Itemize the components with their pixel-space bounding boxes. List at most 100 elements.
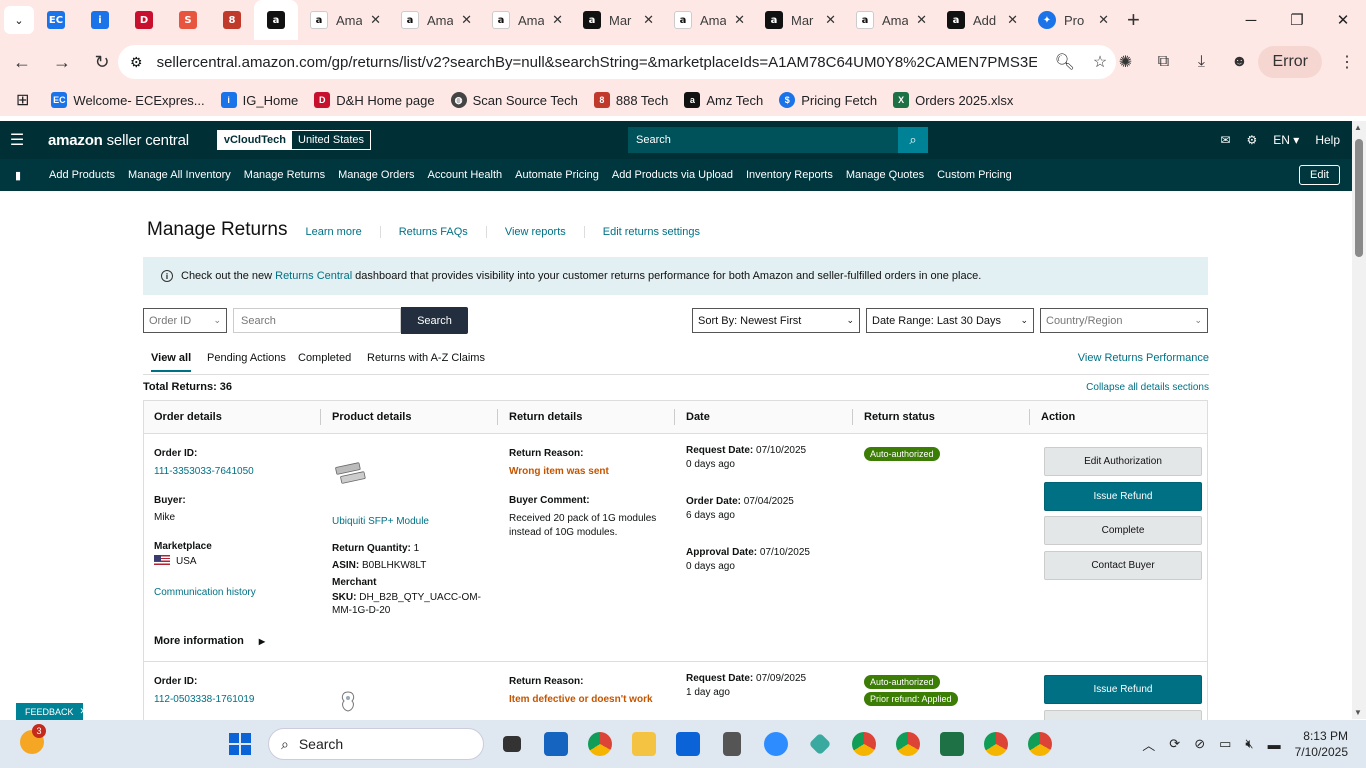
file-explorer-icon[interactable] [622, 720, 666, 768]
sync-icon[interactable]: ⟳ [1169, 736, 1180, 752]
order-id-link[interactable]: 111-3353033-7641050 [154, 466, 254, 477]
browser-tab[interactable]: a Mar ✕ [571, 0, 662, 40]
volume-muted-icon[interactable]: 🔇︎ [1245, 736, 1253, 752]
error-button[interactable]: Error [1258, 46, 1322, 78]
chevron-up-icon[interactable]: ︿ [1142, 735, 1155, 754]
extension-icon[interactable]: ✺ [1106, 52, 1144, 72]
close-tab-icon[interactable]: ✕ [825, 12, 836, 28]
page-scrollbar[interactable]: ▲ ▼ [1352, 121, 1366, 719]
url-bar[interactable]: ⚙ sellercentral.amazon.com/gp/returns/li… [118, 45, 1116, 79]
browser-tab[interactable]: a Ama ✕ [480, 0, 571, 40]
reload-icon[interactable]: ↻ [84, 44, 120, 80]
communication-history-link[interactable]: Communication history [154, 587, 256, 598]
close-tab-icon[interactable]: ✕ [370, 12, 381, 28]
forward-icon[interactable]: → [44, 44, 80, 80]
browser-tab[interactable]: a Ama ✕ [662, 0, 753, 40]
close-tab-icon[interactable]: ✕ [643, 12, 654, 28]
download-icon[interactable]: ⤓ [1182, 53, 1220, 71]
chrome-profile-icon[interactable] [842, 720, 886, 768]
pinned-tab-ecexpress[interactable]: EC [34, 0, 78, 40]
bookmark-item[interactable]: i IG_Home [220, 92, 298, 108]
battery-icon[interactable]: ▬ [1268, 737, 1281, 752]
complete-button[interactable]: Complete [1044, 516, 1202, 545]
order-id-link[interactable]: 112-0503338-1761019 [154, 694, 254, 705]
task-view-icon[interactable] [490, 720, 534, 768]
account-switcher[interactable]: vCloudTech United States [216, 130, 372, 150]
store-icon[interactable] [534, 720, 578, 768]
returns-central-link[interactable]: Returns Central [275, 270, 352, 282]
collapse-all-link[interactable]: Collapse all details sections [1086, 382, 1209, 393]
header-search-input[interactable] [628, 127, 898, 153]
feedback-tab[interactable]: FEEDBACK ✕ [16, 703, 87, 720]
zoom-search-icon[interactable]: 🔍︎ [1055, 52, 1075, 72]
view-returns-performance-link[interactable]: View Returns Performance [1078, 352, 1209, 364]
zoom-icon[interactable] [754, 720, 798, 768]
back-icon[interactable]: ← [4, 44, 40, 80]
contact-buyer-button[interactable]: Contact Buyer [1044, 551, 1202, 580]
pinned-tab-dh[interactable]: D [122, 0, 166, 40]
pinned-tab-amazon-active[interactable]: a [254, 0, 298, 40]
close-icon[interactable]: ✕ [80, 706, 88, 717]
nav-automate-pricing[interactable]: Automate Pricing [515, 169, 599, 181]
bookmark-item[interactable]: D D&H Home page [314, 92, 435, 108]
nav-manage-returns[interactable]: Manage Returns [244, 169, 325, 181]
nav-manage-orders[interactable]: Manage Orders [338, 169, 414, 181]
scroll-down-icon[interactable]: ▼ [1354, 708, 1362, 717]
gear-icon[interactable]: ⚙ [1247, 133, 1258, 147]
tab-view-all[interactable]: View all [151, 352, 192, 372]
pinned-tab-888[interactable]: 8 [210, 0, 254, 40]
profile-avatar-icon[interactable]: ☻ [1220, 53, 1258, 71]
scroll-thumb[interactable] [1355, 139, 1363, 257]
hamburger-menu-icon[interactable]: ☰ [0, 130, 34, 150]
issue-refund-button[interactable]: Issue Refund [1044, 675, 1202, 704]
start-icon[interactable] [218, 720, 262, 768]
help-link[interactable]: Help [1315, 133, 1340, 147]
new-tab-button[interactable]: + [1127, 7, 1140, 33]
browser-tab[interactable]: a Add ✕ [935, 0, 1026, 40]
chrome-icon[interactable] [578, 720, 622, 768]
edit-returns-settings-link[interactable]: Edit returns settings [583, 226, 718, 238]
edit-authorization-button[interactable]: Edit Authorization [1044, 447, 1202, 476]
display-icon[interactable]: ▭ [1219, 736, 1231, 752]
browser-tab[interactable]: ✦ Pro ✕ [1026, 0, 1117, 40]
date-range-select[interactable]: Date Range: Last 30 Days ⌄ [866, 308, 1034, 333]
url-text[interactable]: sellercentral.amazon.com/gp/returns/list… [157, 54, 1037, 71]
taskbar-search[interactable]: ⌕ Search [268, 728, 484, 760]
issue-refund-button[interactable]: Issue Refund [1044, 482, 1202, 511]
language-selector[interactable]: EN ▾ [1273, 133, 1299, 147]
view-reports-link[interactable]: View reports [485, 226, 584, 238]
tab-pending-actions[interactable]: Pending Actions [207, 352, 286, 364]
menu-dots-icon[interactable]: ⋮ [1328, 52, 1366, 72]
clock[interactable]: 8:13 PM 7/10/2025 [1295, 728, 1348, 760]
tab-search-dropdown-icon[interactable]: ⌄ [4, 6, 34, 34]
weather-widget-icon[interactable]: 3 [20, 724, 46, 754]
returns-search-input[interactable]: Search [233, 308, 401, 333]
calculator-icon[interactable] [710, 720, 754, 768]
close-tab-icon[interactable]: ✕ [1098, 12, 1109, 28]
apps-grid-icon[interactable]: ⊞ [16, 90, 29, 110]
browser-tab[interactable]: a Ama ✕ [298, 0, 389, 40]
app-diamond-icon[interactable] [798, 720, 842, 768]
nav-account-health[interactable]: Account Health [428, 169, 503, 181]
minimize-icon[interactable]: ─ [1228, 0, 1274, 40]
bookmark-item[interactable]: X Orders 2025.xlsx [893, 92, 1013, 108]
nav-inventory-reports[interactable]: Inventory Reports [746, 169, 833, 181]
bookmark-item[interactable]: EC Welcome- ECExpres... [51, 92, 205, 108]
sort-select[interactable]: Sort By: Newest First ⌄ [692, 308, 860, 333]
bookmark-item[interactable]: $ Pricing Fetch [779, 92, 877, 108]
tab-completed[interactable]: Completed [298, 352, 351, 364]
chrome-profile-active-icon[interactable] [886, 720, 930, 768]
close-tab-icon[interactable]: ✕ [1007, 12, 1018, 28]
product-title-link[interactable]: Ubiquiti SFP+ Module [332, 516, 429, 527]
maximize-icon[interactable]: ❐ [1274, 0, 1320, 40]
returns-faqs-link[interactable]: Returns FAQs [379, 226, 486, 238]
product-image[interactable] [334, 461, 368, 487]
seller-central-logo[interactable]: amazon seller central [48, 132, 189, 149]
nav-manage-quotes[interactable]: Manage Quotes [846, 169, 924, 181]
close-window-icon[interactable]: ✕ [1320, 0, 1366, 40]
scroll-up-icon[interactable]: ▲ [1354, 123, 1362, 132]
tab-az-claims[interactable]: Returns with A-Z Claims [367, 352, 485, 364]
close-tab-icon[interactable]: ✕ [461, 12, 472, 28]
excel-icon[interactable] [930, 720, 974, 768]
country-region-select[interactable]: Country/Region ⌄ [1040, 308, 1208, 333]
